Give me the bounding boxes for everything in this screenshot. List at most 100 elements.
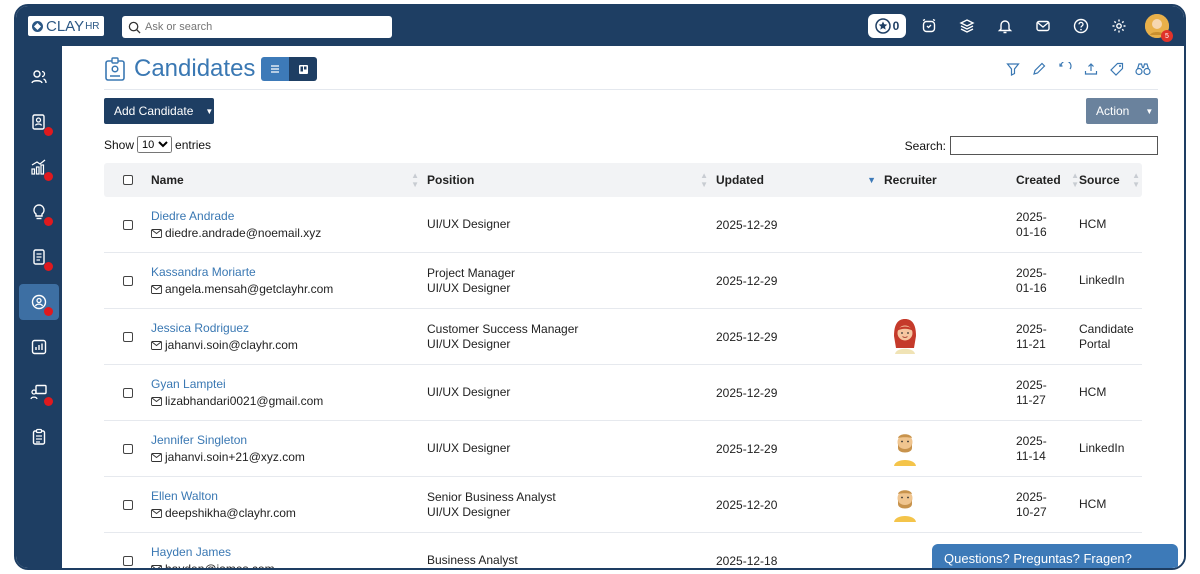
recruiter-cell: [884, 316, 1016, 357]
column-header-created[interactable]: Created ▲ ▼: [1016, 171, 1079, 189]
row-checkbox[interactable]: [122, 387, 133, 398]
list-view-button[interactable]: [261, 57, 290, 81]
recruiter-avatar[interactable]: [888, 319, 922, 357]
action-label: Action: [1096, 104, 1130, 118]
created-date: 2025-: [1016, 265, 1047, 280]
email-text: deepshikha@clayhr.com: [165, 506, 296, 520]
column-header-position[interactable]: Position ▲ ▼: [427, 171, 716, 189]
sidebar-item-analytics[interactable]: [19, 149, 59, 185]
help-button[interactable]: [1062, 12, 1100, 40]
candidate-name-link[interactable]: Ellen Walton: [151, 489, 427, 503]
email-text: angela.mensah@getclayhr.com: [165, 282, 334, 296]
column-label: Position: [427, 173, 475, 187]
settings-button[interactable]: [1100, 12, 1138, 40]
help-chat-button[interactable]: Questions? Preguntas? Fragen?: [932, 544, 1178, 568]
upload-button[interactable]: [1082, 60, 1100, 78]
table-search-input[interactable]: [950, 136, 1158, 155]
candidate-badge-icon: [105, 57, 125, 81]
tag-icon: [1110, 62, 1124, 76]
source-text: HCM: [1079, 385, 1107, 399]
row-checkbox[interactable]: [122, 443, 133, 454]
source-text: HCM: [1079, 497, 1107, 511]
binoculars-icon: [1135, 63, 1151, 76]
upload-icon: [1084, 63, 1098, 75]
mail-icon: [151, 508, 162, 518]
column-header-source[interactable]: Source ▲ ▼: [1079, 171, 1142, 189]
edit-button[interactable]: [1030, 60, 1048, 78]
refresh-button[interactable]: [1056, 60, 1074, 78]
sidebar-item-ideas[interactable]: [19, 194, 59, 230]
candidate-name-link[interactable]: Diedre Andrade: [151, 209, 427, 223]
sidebar-notification-dot: [44, 172, 53, 181]
column-header-name[interactable]: Name ▲ ▼: [151, 171, 427, 189]
row-checkbox[interactable]: [122, 555, 133, 566]
binoculars-button[interactable]: [1134, 60, 1152, 78]
table-row[interactable]: Kassandra Moriarte angela.mensah@getclayh…: [104, 253, 1142, 309]
sidebar-item-reports[interactable]: [19, 329, 59, 365]
entries-label: entries: [175, 137, 212, 152]
header-divider: [104, 89, 1158, 90]
column-label: Created: [1016, 173, 1061, 187]
candidate-email: diedre.andrade@noemail.xyz: [151, 226, 427, 240]
row-checkbox[interactable]: [122, 219, 133, 230]
star-count: 0: [892, 19, 900, 33]
layers-button[interactable]: [948, 12, 986, 40]
notifications-button[interactable]: [986, 12, 1024, 40]
row-checkbox[interactable]: [122, 331, 133, 342]
sidebar-item-documents[interactable]: [19, 239, 59, 275]
table-row[interactable]: Ellen Walton deepshikha@clayhr.com Senior …: [104, 477, 1142, 533]
candidate-email: lizabhandari0021@gmail.com: [151, 394, 427, 408]
sidebar-item-onboarding[interactable]: [19, 104, 59, 140]
table-row[interactable]: Gyan Lamptei lizabhandari0021@gmail.com UI…: [104, 365, 1142, 421]
email-text: jahanvi.soin+21@xyz.com: [165, 450, 305, 464]
recruiter-avatar[interactable]: [888, 434, 922, 469]
row-checkbox[interactable]: [122, 275, 133, 286]
alarm-button[interactable]: [910, 12, 948, 40]
mail-icon: [1036, 20, 1050, 32]
row-checkbox[interactable]: [122, 499, 133, 510]
column-header-updated[interactable]: Updated ▼: [716, 173, 884, 187]
filter-icon: [1006, 63, 1020, 76]
sort-icon: ▲ ▼: [1132, 171, 1140, 189]
global-search-input[interactable]: [145, 21, 375, 33]
kanban-view-button[interactable]: [289, 57, 318, 81]
entries-control: Show 10 entries: [104, 136, 211, 153]
table-row[interactable]: Jennifer Singleton jahanvi.soin+21@xyz.co…: [104, 421, 1142, 477]
kanban-icon: [298, 64, 308, 74]
created-date: 01-16: [1016, 280, 1047, 295]
column-header-recruiter[interactable]: Recruiter: [884, 173, 1016, 187]
sort-descending-icon: ▼: [867, 175, 876, 185]
star-points-button[interactable]: 0: [868, 14, 906, 38]
candidate-name-link[interactable]: Kassandra Moriarte: [151, 265, 427, 279]
candidate-name-link[interactable]: Gyan Lamptei: [151, 377, 427, 391]
messages-button[interactable]: [1024, 12, 1062, 40]
clayhr-logo[interactable]: CLAY HR: [28, 16, 104, 36]
position-text: UI/UX Designer: [427, 385, 511, 399]
tag-button[interactable]: [1108, 60, 1126, 78]
position-text: Project Manager: [427, 265, 516, 280]
source-text: LinkedIn: [1079, 441, 1125, 455]
user-menu-button[interactable]: 5: [1138, 12, 1176, 42]
entries-select[interactable]: 10: [137, 136, 173, 153]
sidebar-item-people[interactable]: [19, 59, 59, 95]
global-search[interactable]: [122, 16, 392, 38]
add-candidate-button[interactable]: Add Candidate ▼: [104, 98, 214, 124]
sidebar-notification-dot: [44, 217, 53, 226]
candidate-name-link[interactable]: Hayden James: [151, 545, 427, 559]
sidebar-item-training[interactable]: [19, 374, 59, 410]
email-text: lizabhandari0021@gmail.com: [165, 394, 324, 408]
action-button[interactable]: Action ▼: [1086, 98, 1158, 124]
recruiter-avatar[interactable]: [888, 490, 922, 525]
sort-icon: ▲ ▼: [411, 171, 419, 189]
sidebar-item-tasks[interactable]: [19, 419, 59, 455]
select-all-checkbox[interactable]: [122, 175, 133, 185]
star-icon: [874, 18, 891, 34]
table-row[interactable]: Diedre Andrade diedre.andrade@noemail.xyz…: [104, 197, 1142, 253]
column-label: Source: [1079, 173, 1120, 187]
candidate-name-link[interactable]: Jessica Rodriguez: [151, 321, 427, 335]
table-row[interactable]: Jessica Rodriguez jahanvi.soin@clayhr.com…: [104, 309, 1142, 365]
candidate-name-link[interactable]: Jennifer Singleton: [151, 433, 427, 447]
position-text: UI/UX Designer: [427, 441, 511, 455]
sidebar-item-recruiting[interactable]: [19, 284, 59, 320]
filter-button[interactable]: [1004, 60, 1022, 78]
